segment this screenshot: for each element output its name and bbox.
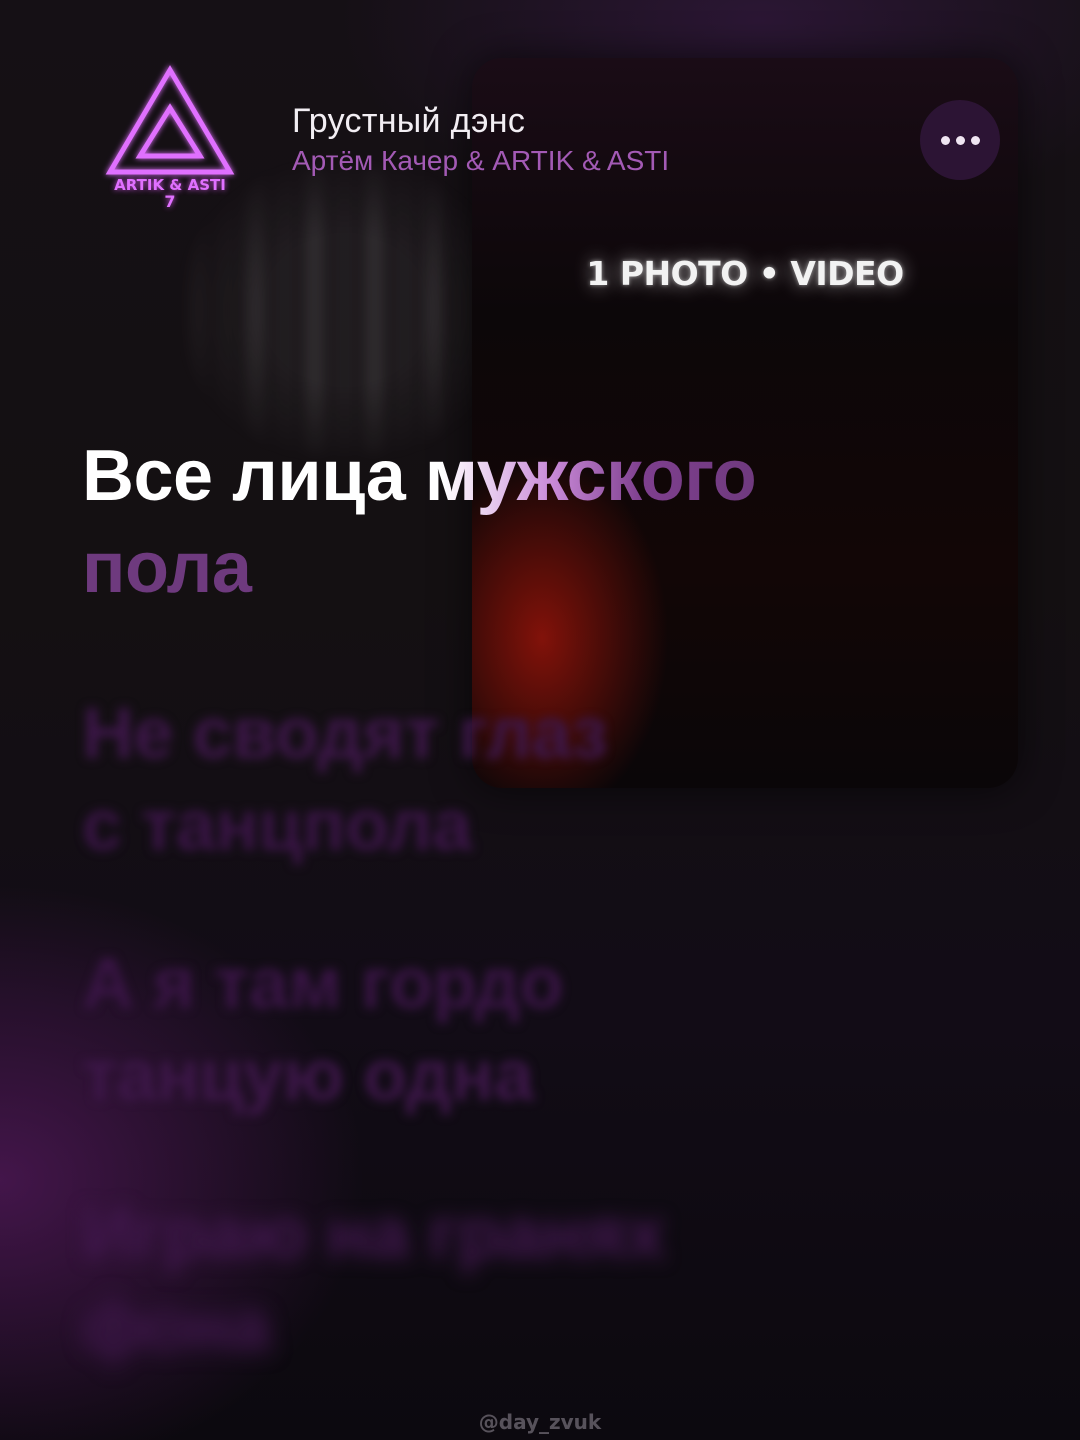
lyric-line[interactable]: Не сводят глаз [82, 688, 608, 780]
lyric-line[interactable]: А я там гордо [82, 938, 563, 1030]
lyric-line-active[interactable]: Все лица мужского [82, 430, 757, 522]
more-dots-icon [940, 135, 950, 145]
cover-text-number: 7 [164, 192, 176, 211]
triangle-logo-icon [105, 65, 235, 175]
lyric-line[interactable]: Играю на гранях [82, 1188, 665, 1280]
watermark: @day_zvuk [478, 1410, 602, 1434]
more-dots-icon [955, 135, 965, 145]
lyric-line-active[interactable]: пола [82, 522, 252, 614]
lyric-line[interactable]: фона [82, 1280, 270, 1372]
track-artist[interactable]: Артём Качер & ARTIK & ASTI [292, 145, 669, 177]
lyric-line[interactable]: с танцпола [82, 780, 472, 872]
more-button[interactable] [920, 100, 1000, 180]
video-label: 1 PHOTO • VIDEO [586, 254, 904, 293]
more-dots-icon [970, 135, 980, 145]
track-title: Грустный дэнс [292, 102, 526, 140]
album-cover[interactable]: ARTIK & ASTI 7 [100, 60, 240, 220]
lyric-line[interactable]: танцую одна [82, 1030, 534, 1122]
